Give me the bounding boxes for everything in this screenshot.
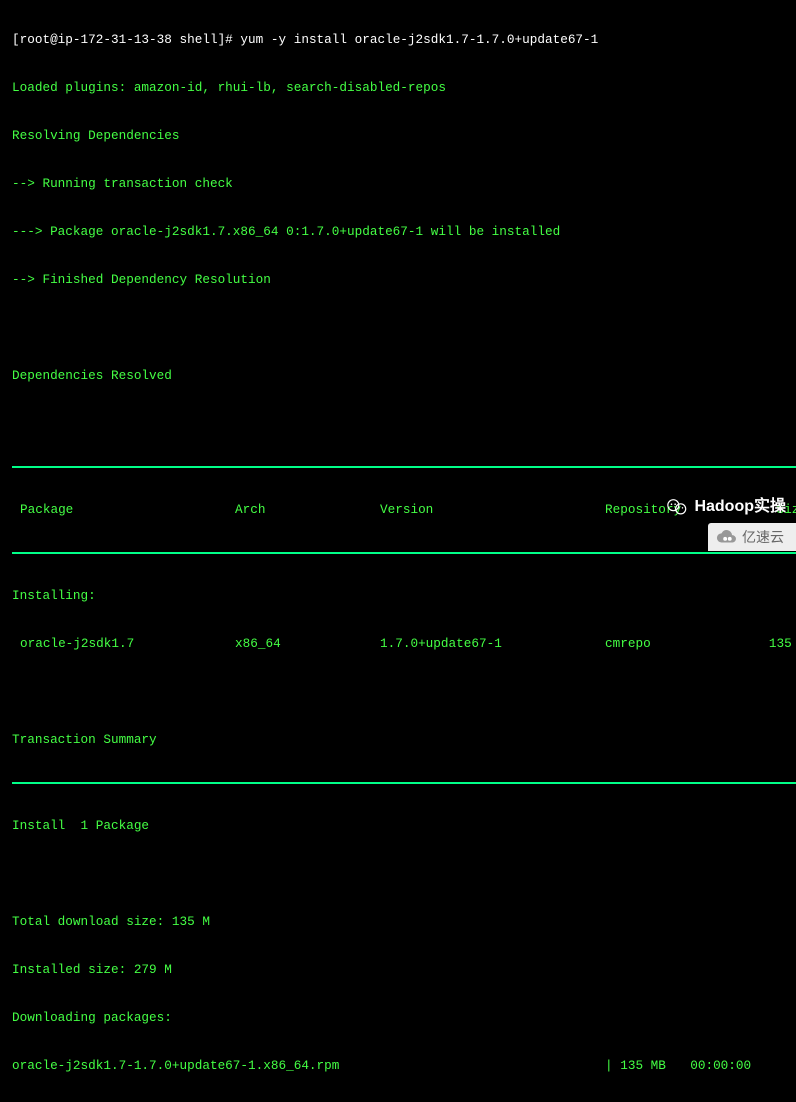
col-version: Version: [380, 502, 605, 518]
prompt-line: [root@ip-172-31-13-38 shell]# yum -y ins…: [12, 32, 796, 48]
output-line: Resolving Dependencies: [12, 128, 796, 144]
progress-time: 00:00:00: [675, 1058, 751, 1074]
output-line: Downloading packages:: [12, 1010, 796, 1026]
shell-prompt: [root@ip-172-31-13-38 shell]#: [12, 32, 240, 47]
output-line: --> Running transaction check: [12, 176, 796, 192]
progress-line: oracle-j2sdk1.7-1.7.0+update67-1.x86_64.…: [12, 1058, 796, 1074]
command-text: yum -y install oracle-j2sdk1.7-1.7.0+upd…: [240, 32, 598, 47]
deps-resolved: Dependencies Resolved: [12, 368, 796, 384]
wechat-watermark: Hadoop实操: [666, 496, 786, 518]
output-line: Total download size: 135 M: [12, 914, 796, 930]
transaction-summary: Transaction Summary: [12, 732, 796, 748]
table-row: oracle-j2sdk1.7 x86_64 1.7.0+update67-1 …: [20, 636, 796, 652]
progress-size: | 135 MB: [605, 1058, 675, 1074]
col-arch: Arch: [235, 502, 380, 518]
cell-version: 1.7.0+update67-1: [380, 636, 605, 652]
blank-line: [0, 866, 796, 882]
divider: [12, 552, 796, 554]
cell-package: oracle-j2sdk1.7: [20, 636, 235, 652]
divider: [12, 466, 796, 468]
blank-line: [0, 320, 796, 336]
cell-arch: x86_64: [235, 636, 380, 652]
cell-size: 135 M: [757, 636, 796, 652]
install-count: Install 1 Package: [12, 818, 796, 834]
yisuyun-text: 亿速云: [742, 529, 784, 545]
cloud-icon: [716, 526, 738, 548]
output-line: Installed size: 279 M: [12, 962, 796, 978]
divider: [12, 782, 796, 784]
installing-header: Installing:: [12, 588, 796, 604]
wechat-text: Hadoop实操: [694, 499, 786, 515]
output-line: ---> Package oracle-j2sdk1.7.x86_64 0:1.…: [12, 224, 796, 240]
output-line: Loaded plugins: amazon-id, rhui-lb, sear…: [12, 80, 796, 96]
progress-name: oracle-j2sdk1.7-1.7.0+update67-1.x86_64.…: [12, 1058, 605, 1074]
yisuyun-watermark: 亿速云: [708, 523, 796, 551]
blank-line: [0, 684, 796, 700]
wechat-icon: [666, 496, 688, 518]
col-package: Package: [20, 502, 235, 518]
blank-line: [0, 416, 796, 432]
output-line: --> Finished Dependency Resolution: [12, 272, 796, 288]
terminal: [root@ip-172-31-13-38 shell]# yum -y ins…: [0, 0, 796, 1102]
cell-repository: cmrepo: [605, 636, 757, 652]
